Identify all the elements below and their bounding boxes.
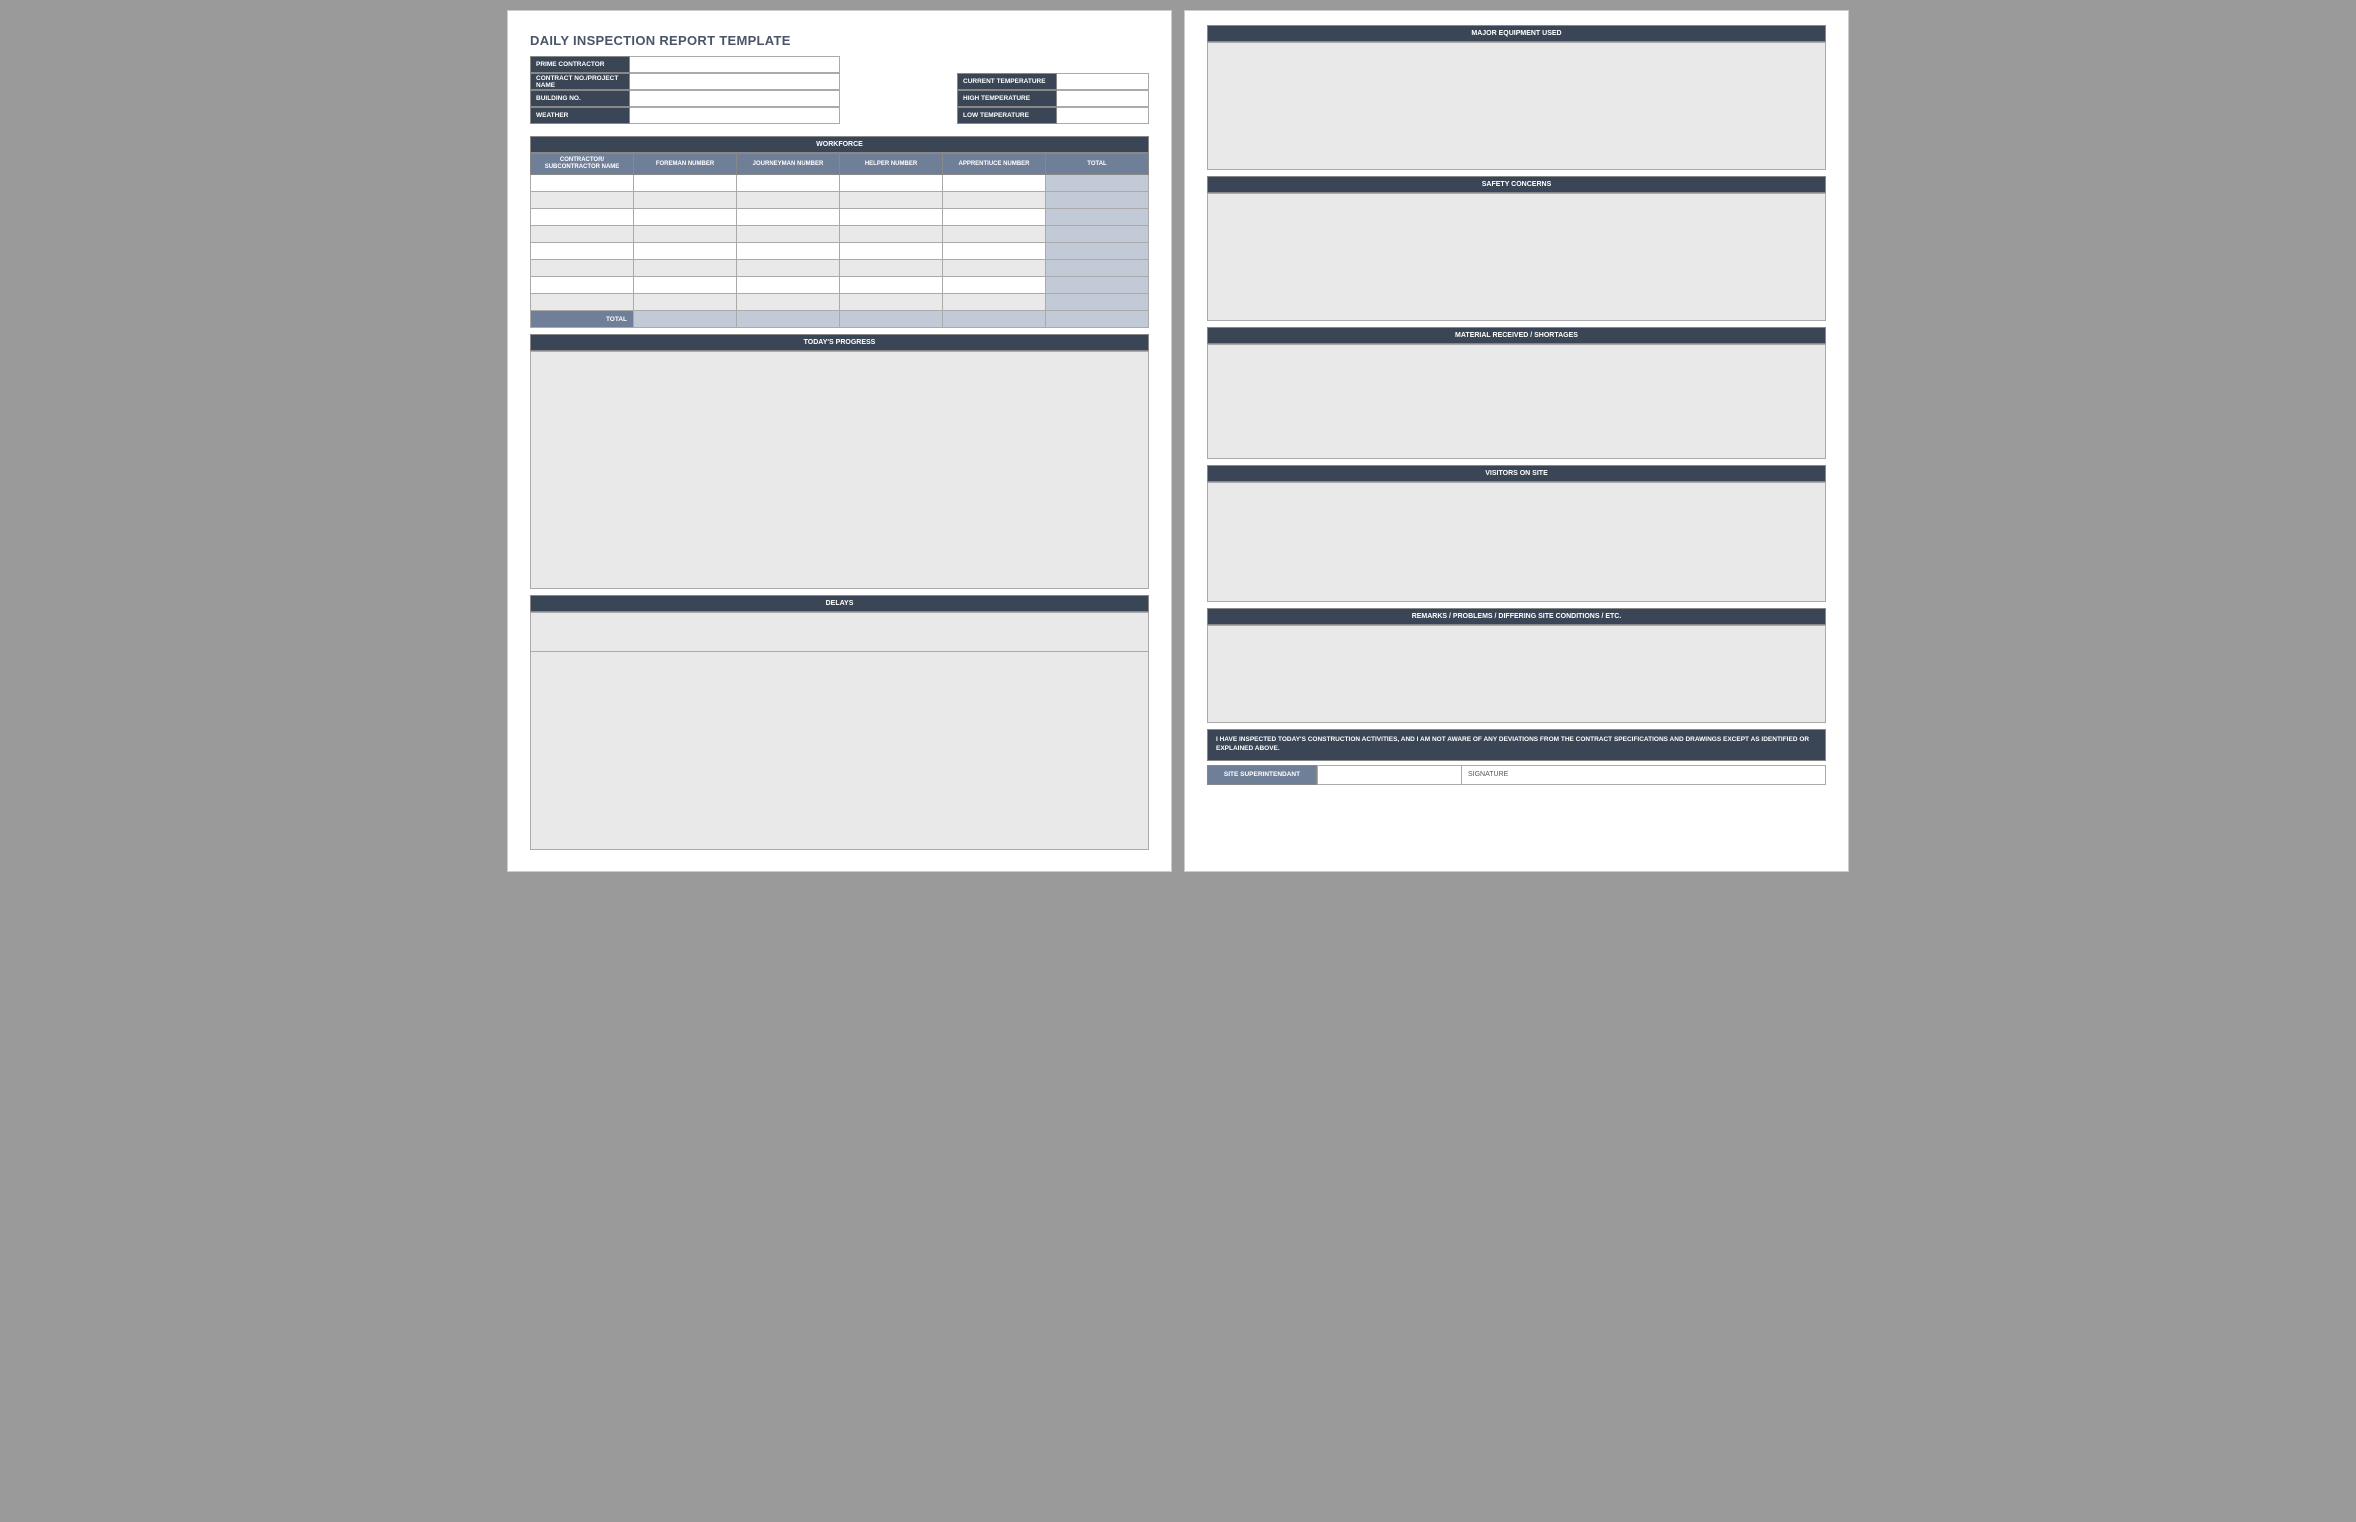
label-superintendant: SITE SUPERINTENDANT — [1207, 765, 1317, 785]
col-contractor: CONTRACTOR/ SUBCONTRACTOR NAME — [531, 154, 634, 175]
remarks-header: REMARKS / PROBLEMS / DIFFERING SITE COND… — [1207, 608, 1826, 625]
wf-cell[interactable] — [531, 243, 634, 260]
col-foreman: FOREMAN NUMBER — [634, 154, 737, 175]
delays-textarea[interactable] — [530, 612, 1149, 652]
label-low-temp: LOW TEMPERATURE — [957, 107, 1057, 124]
wf-cell[interactable] — [531, 294, 634, 311]
equipment-textarea[interactable] — [1207, 42, 1826, 170]
visitors-header: VISITORS ON SITE — [1207, 465, 1826, 482]
col-journeyman: JOURNEYMAN NUMBER — [737, 154, 840, 175]
label-current-temp: CURRENT TEMPERATURE — [957, 73, 1057, 90]
safety-header: SAFETY CONCERNS — [1207, 176, 1826, 193]
info-header-row: PRIME CONTRACTOR CONTRACT NO./PROJECT NA… — [530, 56, 1149, 124]
equipment-section: MAJOR EQUIPMENT USED — [1207, 25, 1826, 170]
col-apprentice: APPRENTIUCE NUMBER — [943, 154, 1046, 175]
delays-header: DELAYS — [530, 595, 1149, 612]
workforce-header: WORKFORCE — [530, 136, 1149, 153]
label-contract-no: CONTRACT NO./PROJECT NAME — [530, 73, 630, 90]
field-prime-contractor[interactable] — [630, 56, 840, 73]
progress-textarea[interactable] — [530, 351, 1149, 589]
field-high-temp[interactable] — [1057, 90, 1149, 107]
page-2: MAJOR EQUIPMENT USED SAFETY CONCERNS MAT… — [1184, 10, 1849, 872]
remarks-section: REMARKS / PROBLEMS / DIFFERING SITE COND… — [1207, 608, 1826, 723]
label-high-temp: HIGH TEMPERATURE — [957, 90, 1057, 107]
field-low-temp[interactable] — [1057, 107, 1149, 124]
material-header: MATERIAL RECEIVED / SHORTAGES — [1207, 327, 1826, 344]
progress-header: TODAY'S PROGRESS — [530, 334, 1149, 351]
label-prime-contractor: PRIME CONTRACTOR — [530, 56, 630, 73]
wf-cell[interactable] — [531, 226, 634, 243]
disclaimer-text: I HAVE INSPECTED TODAY'S CONSTRUCTION AC… — [1207, 729, 1826, 761]
wf-cell[interactable] — [531, 260, 634, 277]
material-textarea[interactable] — [1207, 344, 1826, 459]
wf-cell[interactable] — [531, 192, 634, 209]
equipment-header: MAJOR EQUIPMENT USED — [1207, 25, 1826, 42]
progress-section: TODAY'S PROGRESS — [530, 334, 1149, 589]
label-signature: SIGNATURE — [1462, 765, 1532, 785]
field-signature[interactable] — [1532, 765, 1826, 785]
field-current-temp[interactable] — [1057, 73, 1149, 90]
material-section: MATERIAL RECEIVED / SHORTAGES — [1207, 327, 1826, 459]
page-title: DAILY INSPECTION REPORT TEMPLATE — [530, 33, 1149, 48]
remarks-textarea[interactable] — [1207, 625, 1826, 723]
safety-section: SAFETY CONCERNS — [1207, 176, 1826, 321]
signature-row: SITE SUPERINTENDANT SIGNATURE — [1207, 765, 1826, 785]
page-1: DAILY INSPECTION REPORT TEMPLATE PRIME C… — [507, 10, 1172, 872]
field-contract-no[interactable] — [630, 73, 840, 90]
workforce-section: WORKFORCE CONTRACTOR/ SUBCONTRACTOR NAME… — [530, 136, 1149, 328]
safety-textarea[interactable] — [1207, 193, 1826, 321]
wf-cell[interactable] — [531, 277, 634, 294]
visitors-section: VISITORS ON SITE — [1207, 465, 1826, 602]
workforce-table: CONTRACTOR/ SUBCONTRACTOR NAME FOREMAN N… — [530, 153, 1149, 328]
wf-total-label: TOTAL — [531, 311, 634, 328]
field-weather[interactable] — [630, 107, 840, 124]
wf-cell[interactable] — [531, 209, 634, 226]
col-total: TOTAL — [1046, 154, 1149, 175]
info-block-right: CURRENT TEMPERATURE HIGH TEMPERATURE LOW… — [957, 73, 1149, 124]
disclaimer-section: I HAVE INSPECTED TODAY'S CONSTRUCTION AC… — [1207, 729, 1826, 761]
field-superintendant[interactable] — [1317, 765, 1462, 785]
visitors-textarea[interactable] — [1207, 482, 1826, 602]
field-building-no[interactable] — [630, 90, 840, 107]
info-block-left: PRIME CONTRACTOR CONTRACT NO./PROJECT NA… — [530, 56, 840, 124]
col-helper: HELPER NUMBER — [840, 154, 943, 175]
label-building-no: BUILDING NO. — [530, 90, 630, 107]
delays-section: DELAYS — [530, 595, 1149, 652]
delays-textarea-cont[interactable] — [530, 652, 1149, 850]
label-weather: WEATHER — [530, 107, 630, 124]
wf-cell[interactable] — [531, 175, 634, 192]
